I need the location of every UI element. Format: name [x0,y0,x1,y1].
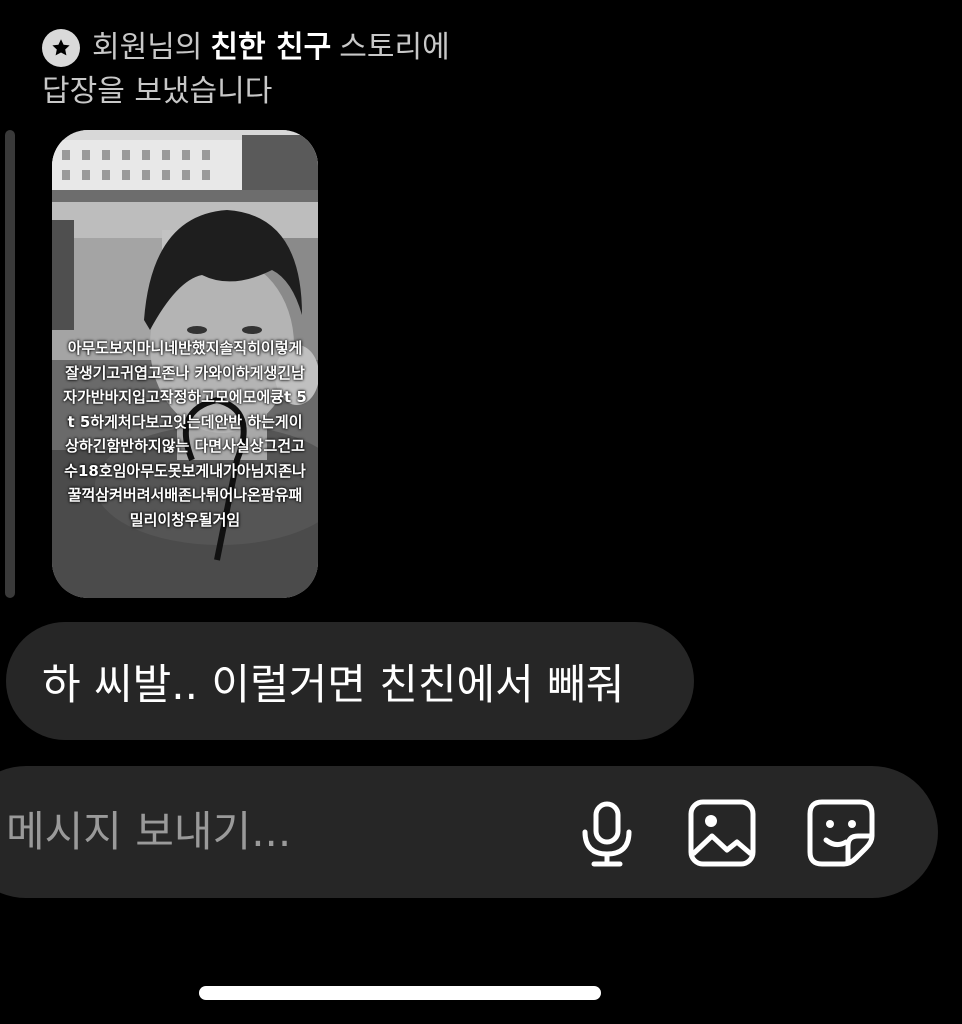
home-indicator[interactable] [199,986,601,1000]
message-composer: 메시지 보내기... [0,766,938,898]
reply-header-suffix: 스토리에 [339,30,450,65]
reply-context-header: 회원님의 친한 친구 스토리에 답장을 보냈습니다 [42,26,602,114]
message-bubble[interactable]: 하 씨발.. 이럴거면 친친에서 빼줘 [6,622,694,740]
message-input[interactable]: 메시지 보내기... [6,766,291,898]
close-friends-star-icon [42,29,80,67]
sticker-icon[interactable] [806,798,876,868]
quote-bar [5,130,15,598]
microphone-icon[interactable] [572,798,642,868]
reply-header-line2: 답장을 보냈습니다 [42,74,273,109]
close-friends-label: 친한 친구 [210,30,332,65]
reply-header-prefix: 회원님의 [92,30,203,65]
message-text: 하 씨발.. 이럴거면 친친에서 빼줘 [42,659,625,709]
image-icon[interactable] [687,798,757,868]
story-overlay-text: 아무도보지마니네반했지솔직히이렇게잘생기고귀엽고존나 카와이하게생긴남자가반바지… [63,339,307,529]
story-preview[interactable]: 아무도보지마니네반했지솔직히이렇게잘생기고귀엽고존나 카와이하게생긴남자가반바지… [52,130,318,598]
